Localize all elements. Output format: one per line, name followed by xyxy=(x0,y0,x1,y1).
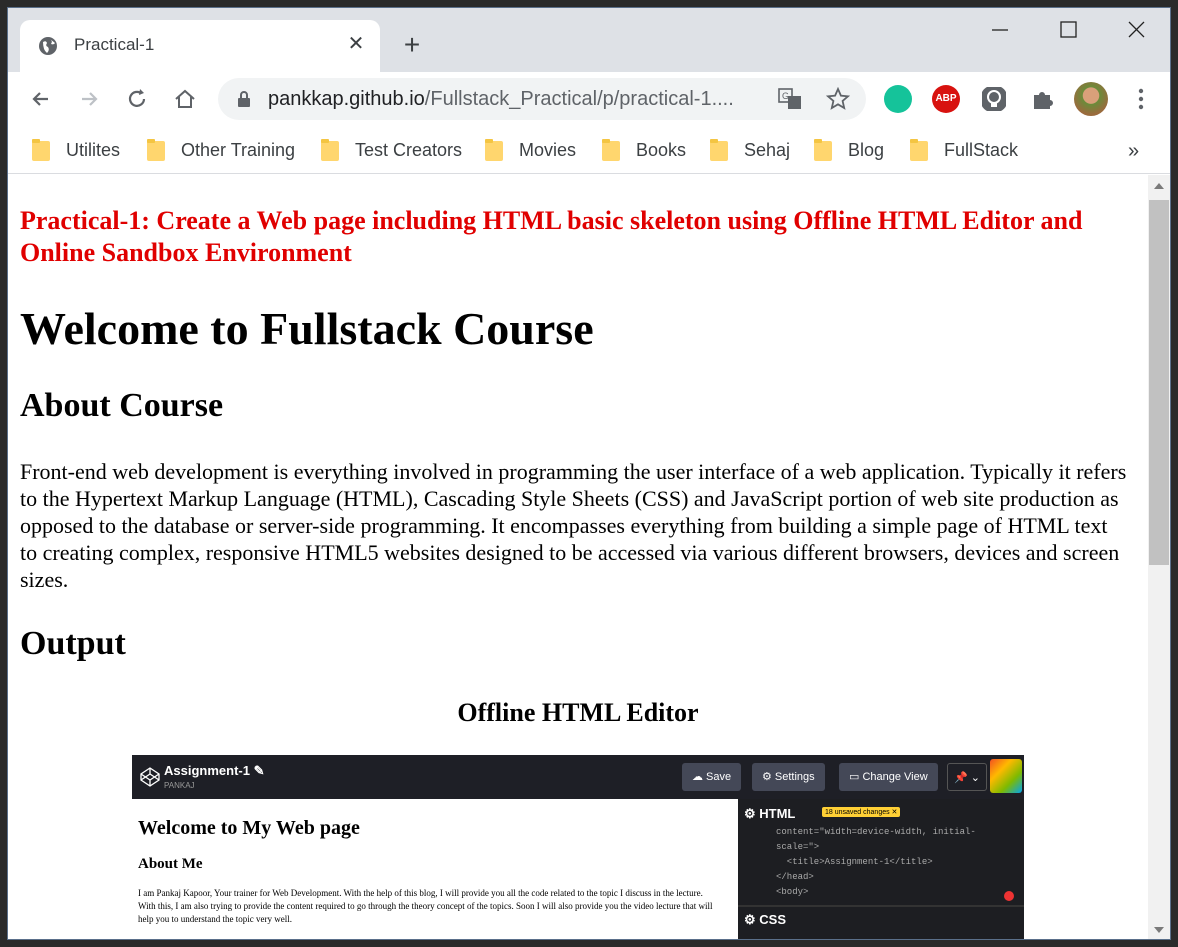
address-bar[interactable]: pankkap.github.io/Fullstack_Practical/p/… xyxy=(218,78,866,120)
save-button: ☁ Save xyxy=(682,763,742,791)
tab-strip: Practical-1 ✕ + xyxy=(8,8,1170,72)
new-tab-button[interactable]: + xyxy=(398,31,426,60)
bookmarks-bar: Utilites Other Training Test Creators Mo… xyxy=(8,128,1170,174)
folder-icon xyxy=(910,139,928,161)
bookmark-utilites[interactable]: Utilites xyxy=(32,136,120,164)
back-icon[interactable] xyxy=(26,84,56,114)
badge-logo-icon xyxy=(990,759,1022,793)
url-text[interactable]: pankkap.github.io/Fullstack_Practical/p/… xyxy=(268,88,734,111)
html-code: content="width=device-width, initial- sc… xyxy=(776,827,976,897)
scroll-up-icon[interactable] xyxy=(1154,183,1164,189)
folder-icon xyxy=(321,139,339,161)
tab-title: Practical-1 xyxy=(74,35,155,54)
lock-icon[interactable] xyxy=(236,90,252,108)
minimize-icon[interactable] xyxy=(978,18,1022,42)
page-content: Practical-1: Create a Web page including… xyxy=(8,175,1148,939)
maximize-icon[interactable] xyxy=(1046,18,1090,42)
scroll-down-icon[interactable] xyxy=(1154,927,1164,933)
bookmark-fullstack[interactable]: FullStack xyxy=(910,136,1018,164)
project-user: PANKAJ xyxy=(164,781,195,790)
panel-divider xyxy=(738,905,1024,907)
unsaved-badge: 18 unsaved changes ✕ xyxy=(822,807,901,817)
code-editor-pane: ⚙ HTML 18 unsaved changes ✕ content="wid… xyxy=(738,799,1024,939)
grammarly-icon[interactable] xyxy=(884,85,912,113)
output-heading: Output xyxy=(20,625,126,662)
bookmark-books[interactable]: Books xyxy=(602,136,686,164)
extensions-icon[interactable] xyxy=(1028,85,1056,113)
star-icon[interactable] xyxy=(826,87,850,111)
preview-subheading: About Me xyxy=(138,856,203,872)
error-icon xyxy=(1004,891,1014,901)
editor-subheading: Offline HTML Editor xyxy=(457,698,699,727)
bookmark-blog[interactable]: Blog xyxy=(814,136,884,164)
adblock-icon[interactable]: ABP xyxy=(932,85,960,113)
settings-button: ⚙ Settings xyxy=(752,763,825,791)
bookmark-movies[interactable]: Movies xyxy=(485,136,576,164)
html-panel-label: ⚙ HTML xyxy=(744,806,796,821)
about-heading: About Course xyxy=(20,387,224,424)
bookmark-other-training[interactable]: Other Training xyxy=(147,136,295,164)
folder-icon xyxy=(710,139,728,161)
preview-paragraph: I am Pankaj Kapoor, Your trainer for Web… xyxy=(138,888,713,924)
browser-toolbar: pankkap.github.io/Fullstack_Practical/p/… xyxy=(8,72,1170,128)
browser-window: Practical-1 ✕ + pankkap.github.io/Fullst… xyxy=(7,7,1171,940)
bulb-icon[interactable] xyxy=(980,85,1008,113)
url-path: /Fullstack_Practical/p/practical-1.... xyxy=(424,88,734,110)
svg-text:G: G xyxy=(782,91,789,101)
menu-icon[interactable] xyxy=(1126,84,1156,114)
page-scrollbar[interactable] xyxy=(1148,175,1170,939)
codepen-logo-icon xyxy=(140,767,160,787)
page-heading: Welcome to Fullstack Course xyxy=(20,303,594,354)
folder-icon xyxy=(147,139,165,161)
close-window-icon[interactable] xyxy=(1114,18,1158,42)
bookmarks-overflow-button[interactable]: » xyxy=(1128,140,1139,163)
folder-icon xyxy=(814,139,832,161)
pin-button: 📌 ⌄ xyxy=(947,763,987,791)
bookmark-sehaj[interactable]: Sehaj xyxy=(710,136,790,164)
translate-icon[interactable]: G xyxy=(778,88,802,110)
globe-icon xyxy=(39,37,57,55)
preview-heading: Welcome to My Web page xyxy=(138,817,360,839)
tab-practical-1[interactable]: Practical-1 ✕ xyxy=(20,20,380,72)
practical-title: Practical-1: Create a Web page including… xyxy=(20,206,1083,267)
avatar[interactable] xyxy=(1074,82,1108,116)
home-icon[interactable] xyxy=(170,84,200,114)
reload-icon[interactable] xyxy=(122,84,152,114)
change-view-button: ▭ Change View xyxy=(839,763,938,791)
about-paragraph: Front-end web development is everything … xyxy=(20,459,1127,592)
bookmark-test-creators[interactable]: Test Creators xyxy=(321,136,462,164)
project-title: Assignment-1 ✎ xyxy=(164,763,265,778)
folder-icon xyxy=(602,139,620,161)
close-tab-icon[interactable]: ✕ xyxy=(344,32,368,56)
scrollbar-thumb[interactable] xyxy=(1149,200,1169,565)
css-panel-label: ⚙ CSS xyxy=(744,912,786,927)
folder-icon xyxy=(485,139,503,161)
editor-preview: Welcome to My Web page About Me I am Pan… xyxy=(132,799,736,939)
url-host: pankkap.github.io xyxy=(268,88,425,110)
editor-topbar: Assignment-1 ✎ PANKAJ ☁ Save ⚙ Settings … xyxy=(132,755,1024,799)
editor-screenshot: Assignment-1 ✎ PANKAJ ☁ Save ⚙ Settings … xyxy=(132,755,1024,939)
forward-icon[interactable] xyxy=(74,84,104,114)
folder-icon xyxy=(32,139,50,161)
